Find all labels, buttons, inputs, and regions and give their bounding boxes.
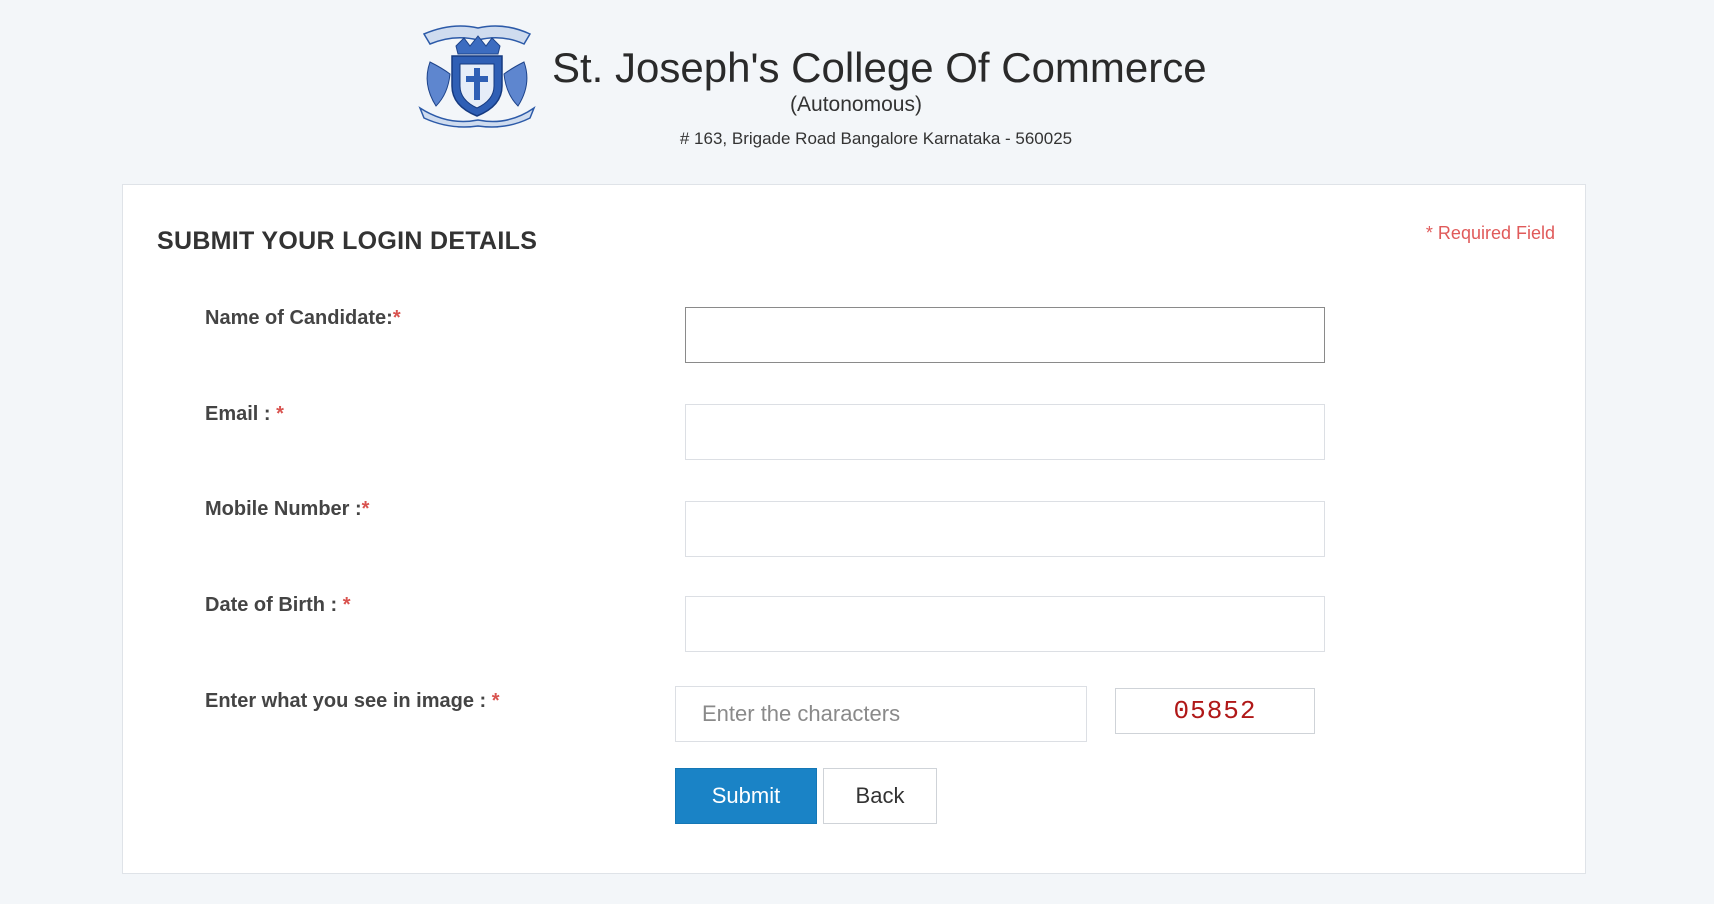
name-of-candidate-input[interactable] [685, 307, 1325, 363]
date-of-birth-input[interactable] [685, 596, 1325, 652]
college-status: (Autonomous) [790, 93, 922, 116]
required-star: * [392, 307, 401, 329]
dob-label-text: Date of Birth : [205, 594, 343, 616]
required-star: * [361, 498, 370, 520]
required-star: * [491, 690, 500, 712]
email-label-text: Email : [205, 403, 277, 425]
captcha-label: Enter what you see in image : * [205, 690, 500, 713]
mobile-number-input[interactable] [685, 501, 1325, 557]
captcha-image: 05852 [1115, 688, 1315, 734]
name-of-candidate-label: Name of Candidate:* [205, 307, 401, 330]
mobile-label-text: Mobile Number : [205, 498, 362, 520]
college-address: # 163, Brigade Road Bangalore Karnataka … [679, 129, 1073, 148]
date-of-birth-label: Date of Birth : * [205, 594, 351, 617]
back-button[interactable]: Back [823, 768, 937, 824]
college-name: St. Joseph's College Of Commerce [552, 44, 1207, 91]
mobile-number-label: Mobile Number :* [205, 498, 369, 521]
submit-button[interactable]: Submit [675, 768, 817, 824]
page: St. Joseph's College Of Commerce (Autono… [0, 0, 1714, 904]
email-input[interactable] [685, 404, 1325, 460]
college-header: St. Joseph's College Of Commerce (Autono… [0, 0, 1714, 170]
required-star: * [276, 403, 284, 425]
required-star: * [342, 594, 351, 616]
required-field-note: * Required Field [1425, 223, 1555, 243]
college-crest-icon [412, 22, 542, 130]
form-title: SUBMIT YOUR LOGIN DETAILS [157, 227, 538, 255]
captcha-label-text: Enter what you see in image : [205, 690, 492, 712]
name-label-text: Name of Candidate: [205, 307, 393, 329]
captcha-input[interactable] [675, 686, 1087, 742]
login-form-card: SUBMIT YOUR LOGIN DETAILS * Required Fie… [122, 184, 1586, 874]
email-label: Email : * [205, 403, 284, 426]
